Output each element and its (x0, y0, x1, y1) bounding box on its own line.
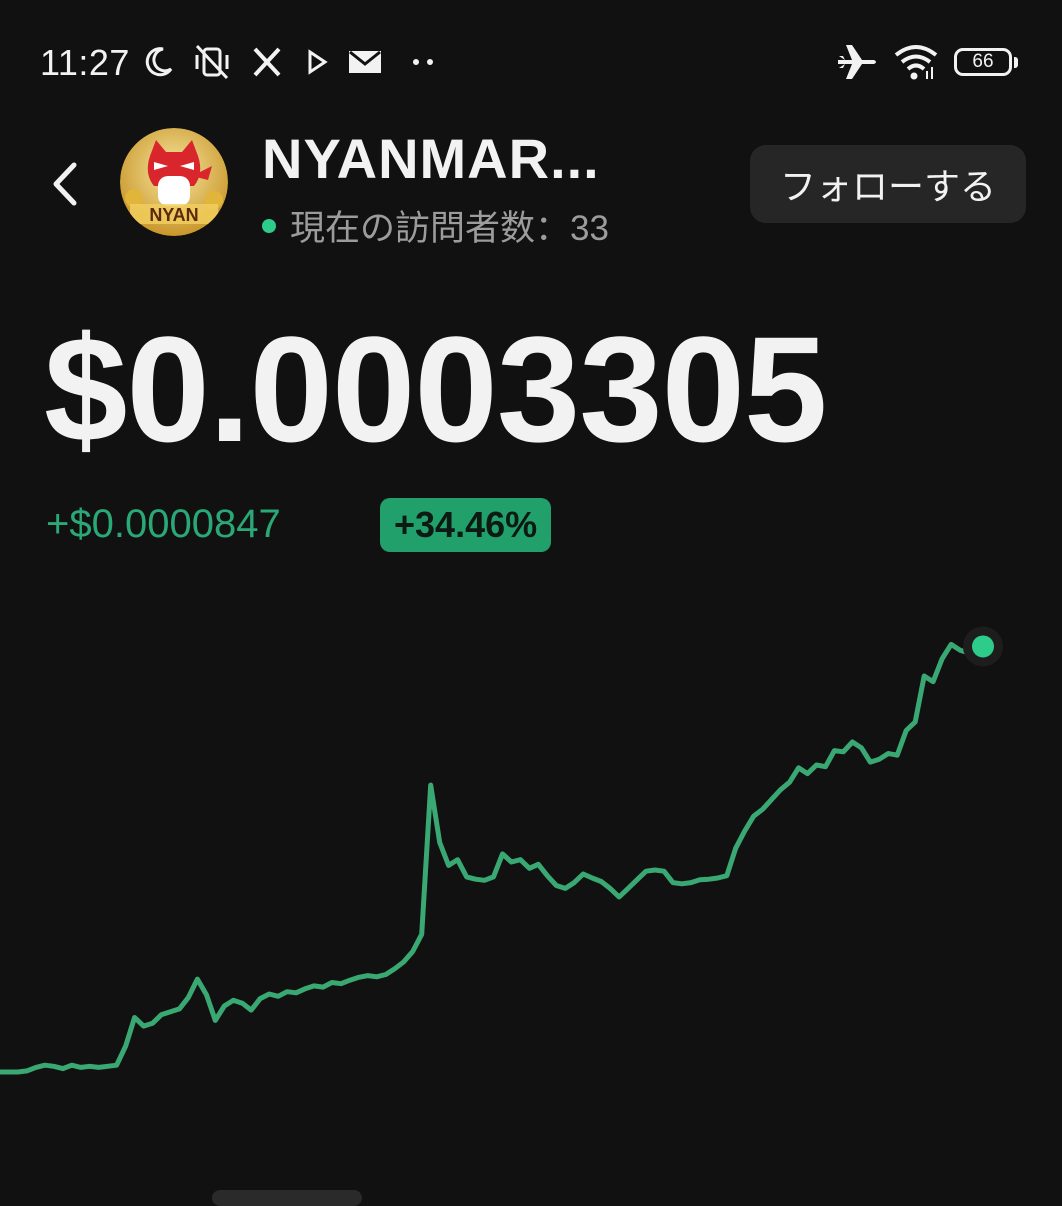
price-change-absolute: +$0.0000847 (46, 502, 281, 546)
visitors-label: 現在の訪問者数：33 (290, 209, 609, 248)
wifi-icon (892, 40, 940, 84)
battery-icon: 66 (954, 48, 1018, 80)
visitors-count: 現在の訪問者数：33 (262, 200, 609, 251)
airplane-icon (836, 40, 880, 84)
back-button[interactable] (40, 154, 90, 214)
price-change-percent-badge: +34.46% (380, 498, 552, 552)
current-price: $0.0003305 (44, 305, 827, 473)
x-app-icon (250, 40, 284, 84)
status-time: 11:27 (40, 42, 130, 83)
price-series-line (0, 641, 981, 1075)
mail-icon (346, 40, 384, 84)
token-name: NYANMAR... (262, 127, 600, 190)
battery-level: 66 (972, 51, 994, 72)
svg-text:NYAN: NYAN (149, 205, 198, 225)
chevron-left-icon (53, 162, 77, 206)
price-chart[interactable] (0, 580, 1062, 1140)
status-bar: 11:27 66 (0, 0, 1062, 130)
avatar[interactable]: NYAN (120, 128, 228, 236)
bottom-sheet-handle[interactable] (212, 1190, 362, 1206)
play-icon (304, 40, 330, 84)
more-dots-icon (408, 40, 438, 84)
moon-icon (140, 40, 176, 84)
online-indicator-icon (262, 218, 276, 233)
vibrate-off-icon (190, 40, 234, 84)
follow-button[interactable]: フォローする (750, 145, 1026, 223)
last-price-point (972, 635, 994, 658)
